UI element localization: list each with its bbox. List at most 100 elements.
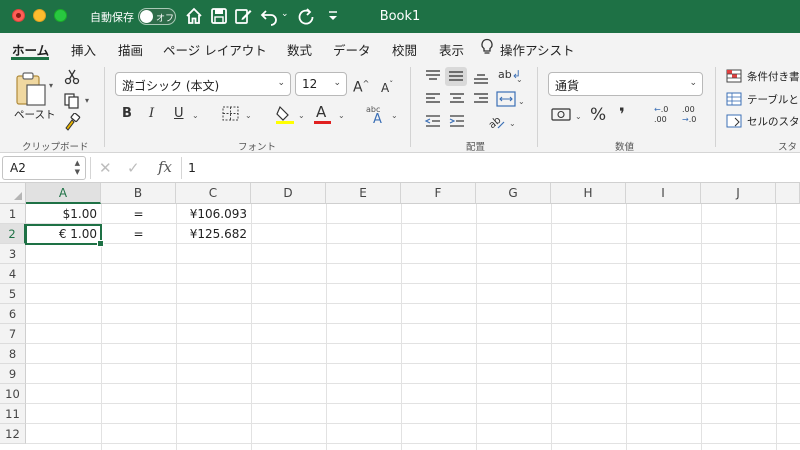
formula-input[interactable]: 1 [188,160,196,175]
tab-insert[interactable]: 挿入 [71,40,96,59]
cell-styles-button[interactable]: セルのスタイ [747,114,800,129]
orientation-dropdown-chevron-icon[interactable]: ⌄ [509,119,516,128]
column-header-b[interactable]: B [101,183,176,204]
align-bottom-icon[interactable] [472,71,490,85]
underline-button[interactable]: U [174,103,184,125]
decrease-font-size-button[interactable]: Aˇ [381,74,393,96]
tab-draw[interactable]: 描画 [118,40,143,59]
row-header-3[interactable]: 3 [0,244,26,264]
cell-a1[interactable]: $1.00 [26,204,101,224]
align-center-icon[interactable] [448,92,466,106]
cell-c1[interactable]: ¥106.093 [176,204,251,224]
font-name-dropdown[interactable]: 游ゴシック (本文) ⌄ [115,72,291,96]
increase-decimal-button[interactable]: ←.0.00 [654,105,674,129]
active-cell-selection[interactable] [25,224,104,247]
merge-center-icon[interactable] [496,91,516,107]
row-header-2[interactable]: 2 [0,224,26,244]
wrap-dropdown-chevron-icon[interactable]: ⌄ [516,75,523,84]
cut-icon[interactable] [64,69,80,85]
row-header-7[interactable]: 7 [0,324,26,344]
column-header-g[interactable]: G [476,183,551,204]
column-header-j[interactable]: J [701,183,776,204]
font-size-dropdown[interactable]: 12 ⌄ [295,72,347,96]
tab-formulas[interactable]: 数式 [287,40,312,59]
column-header-h[interactable]: H [551,183,626,204]
paste-dropdown-chevron-icon[interactable]: ▾ [49,81,53,90]
decrease-indent-icon[interactable] [424,114,442,128]
bold-button[interactable]: B [122,103,132,125]
tab-page-layout[interactable]: ページ レイアウト [163,40,267,59]
number-group-label: 数値 [615,142,635,153]
gridline [26,383,800,384]
accounting-format-icon[interactable] [551,107,571,123]
conditional-formatting-button[interactable]: 条件付き書式 [747,69,800,84]
name-box-arrows-icon[interactable]: ▲ ▼ [75,159,80,177]
align-left-icon[interactable] [424,92,442,106]
number-format-dropdown[interactable]: 通貨 ⌄ [548,72,703,96]
gridline [776,204,777,450]
italic-button[interactable]: I [149,103,154,125]
insert-function-button[interactable]: fx [158,158,172,176]
accounting-dropdown-chevron-icon[interactable]: ⌄ [575,112,582,121]
align-right-icon[interactable] [472,92,490,106]
column-header-c[interactable]: C [176,183,251,204]
row-header-8[interactable]: 8 [0,344,26,364]
tab-data[interactable]: データ [333,40,371,59]
formula-bar-divider [90,157,91,179]
cell-c2[interactable]: ¥125.682 [176,224,251,244]
borders-icon[interactable] [222,106,240,122]
comma-style-button[interactable]: ❜ [619,104,625,126]
row-header-11[interactable]: 11 [0,404,26,424]
gridline [476,204,477,450]
font-color-button[interactable]: A [316,101,326,123]
gridline [26,303,800,304]
format-painter-icon[interactable] [63,113,81,131]
merge-dropdown-chevron-icon[interactable]: ⌄ [518,97,525,106]
gridline [626,204,627,450]
ribbon-separator [537,67,538,147]
column-header-e[interactable]: E [326,183,401,204]
cell-b2[interactable]: = [101,224,176,244]
confirm-entry-icon[interactable]: ✓ [127,159,140,177]
row-header-9[interactable]: 9 [0,364,26,384]
borders-dropdown-chevron-icon[interactable]: ⌄ [245,111,252,120]
column-header-d[interactable]: D [251,183,326,204]
phonetic-guide-glyph: A [373,112,382,127]
row-header-1[interactable]: 1 [0,204,26,224]
align-middle-button[interactable] [445,67,467,86]
column-header-i[interactable]: I [626,183,701,204]
window-title: Book1 [379,9,421,24]
copy-dropdown-chevron-icon[interactable]: ▾ [85,96,89,105]
tab-view[interactable]: 表示 [439,40,464,59]
row-header-6[interactable]: 6 [0,304,26,324]
row-header-5[interactable]: 5 [0,284,26,304]
align-top-icon[interactable] [424,69,442,83]
fill-color-icon[interactable] [274,103,296,125]
text-orientation-icon[interactable]: ab [486,112,506,130]
decrease-decimal-button[interactable]: .00 →.0 [682,105,702,129]
font-color-swatch [314,121,331,124]
column-header-f[interactable]: F [401,183,476,204]
row-header-10[interactable]: 10 [0,384,26,404]
worksheet-grid[interactable]: A B C D E F G H I J 1 2 3 4 5 6 7 8 9 10… [0,183,800,450]
column-header-k[interactable] [776,183,800,204]
underline-dropdown-chevron-icon[interactable]: ⌄ [192,111,199,120]
cell-b1[interactable]: = [101,204,176,224]
cancel-entry-icon[interactable]: ✕ [99,159,112,177]
row-header-12[interactable]: 12 [0,424,26,444]
tab-tell-me[interactable]: 操作アシスト [500,40,575,59]
tab-review[interactable]: 校閲 [392,40,417,59]
font-color-dropdown-chevron-icon[interactable]: ⌄ [338,111,345,120]
select-all-button[interactable] [0,183,26,204]
name-box[interactable]: A2 ▲ ▼ [2,156,86,180]
phonetic-dropdown-chevron-icon[interactable]: ⌄ [391,111,398,120]
copy-icon[interactable] [63,92,81,110]
increase-font-size-button[interactable]: A^ [353,73,369,96]
fill-color-dropdown-chevron-icon[interactable]: ⌄ [298,111,305,120]
format-as-table-button[interactable]: テーブルとし [747,92,800,107]
column-header-a[interactable]: A [26,183,101,204]
percent-style-button[interactable]: % [590,104,606,126]
row-header-4[interactable]: 4 [0,264,26,284]
increase-indent-icon[interactable] [448,114,466,128]
paste-icon[interactable] [14,71,48,107]
